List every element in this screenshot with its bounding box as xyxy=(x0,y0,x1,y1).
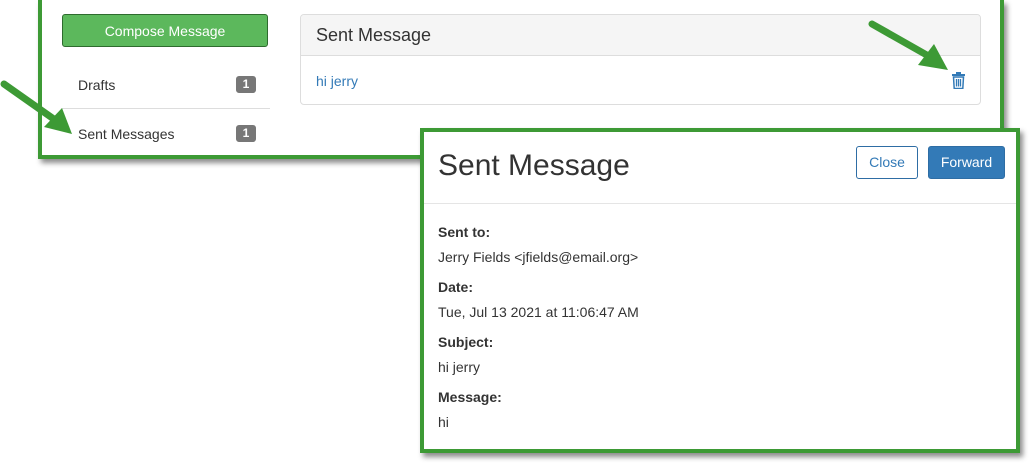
date-value: Tue, Jul 13 2021 at 11:06:47 AM xyxy=(438,304,639,320)
modal-title: Sent Message xyxy=(438,149,630,182)
drafts-count-badge: 1 xyxy=(236,76,256,93)
date-label: Date: xyxy=(438,279,474,295)
annotation-arrow-icon xyxy=(868,20,948,70)
sent-to-label: Sent to: xyxy=(438,224,491,240)
sent-to-value: Jerry Fields <jfields@email.org> xyxy=(438,249,639,265)
sent-message-modal: Sent Message Close Forward Sent to: Jerr… xyxy=(420,128,1020,453)
subject-value: hi jerry xyxy=(438,359,481,375)
forward-button[interactable]: Forward xyxy=(928,146,1005,179)
annotation-arrow-icon xyxy=(0,80,72,134)
message-label: Message: xyxy=(438,389,502,405)
modal-header: Sent Message Close Forward xyxy=(424,132,1016,204)
sent-messages-count-badge: 1 xyxy=(236,125,256,142)
sidebar-item-label: Sent Messages xyxy=(78,126,175,142)
close-button[interactable]: Close xyxy=(856,146,918,179)
compose-message-button[interactable]: Compose Message xyxy=(62,14,268,47)
message-subject-link[interactable]: hi jerry xyxy=(316,73,358,89)
subject-label: Subject: xyxy=(438,334,494,350)
message-body: hi xyxy=(438,414,449,430)
sidebar-item-drafts[interactable]: Drafts 1 xyxy=(62,61,270,109)
sidebar-item-sent-messages[interactable]: Sent Messages 1 xyxy=(62,110,270,158)
sidebar-item-label: Drafts xyxy=(78,77,116,93)
